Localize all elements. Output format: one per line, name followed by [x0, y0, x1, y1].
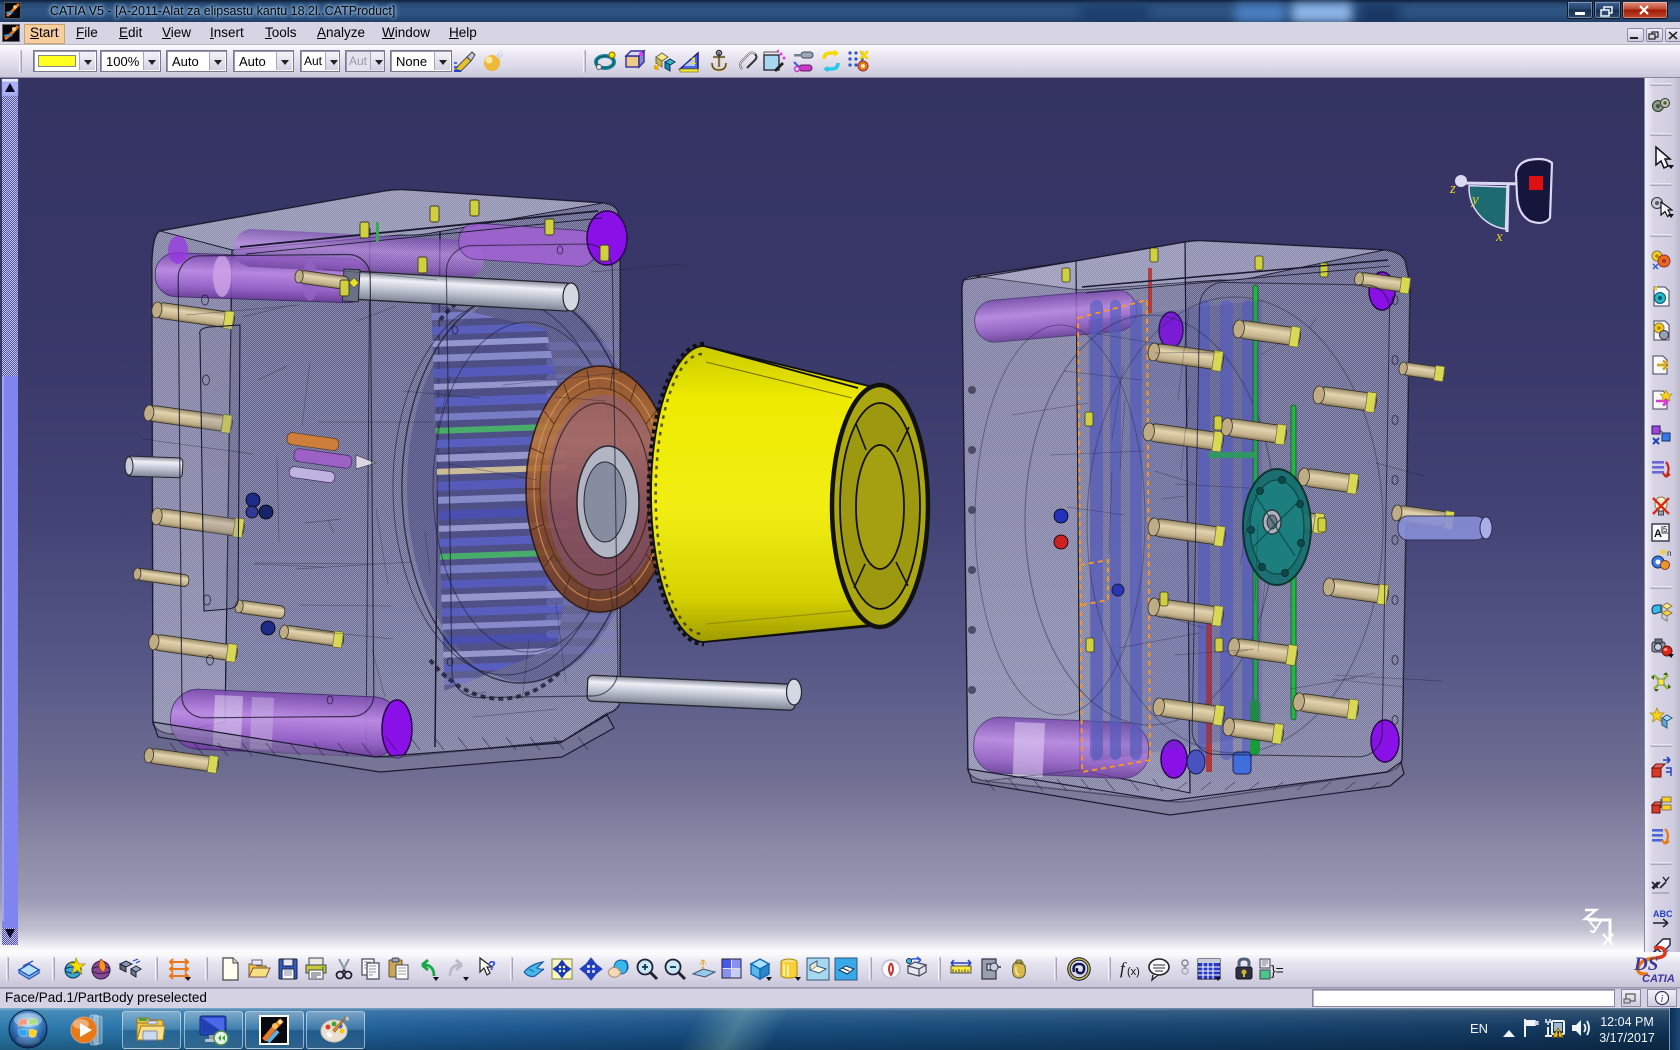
svg-text:i: i: [1661, 994, 1664, 1005]
svg-text:z: z: [1449, 181, 1456, 197]
svg-text:?: ?: [488, 958, 496, 973]
svg-text:A: A: [1654, 528, 1662, 540]
svg-text:f: f: [1120, 959, 1127, 978]
svg-text:(x): (x): [1127, 966, 1140, 978]
svg-text:y: y: [1470, 192, 1479, 208]
svg-text:x: x: [1495, 229, 1503, 245]
svg-text:DS: DS: [1633, 954, 1658, 975]
svg-text:5: 5: [1663, 525, 1668, 534]
svg-text:n: n: [1667, 549, 1671, 558]
svg-text:1: 1: [691, 56, 696, 66]
svg-text:}=: }=: [1271, 962, 1284, 978]
svg-text:CATIA: CATIA: [1642, 973, 1675, 985]
svg-text:ABC: ABC: [1653, 909, 1673, 919]
